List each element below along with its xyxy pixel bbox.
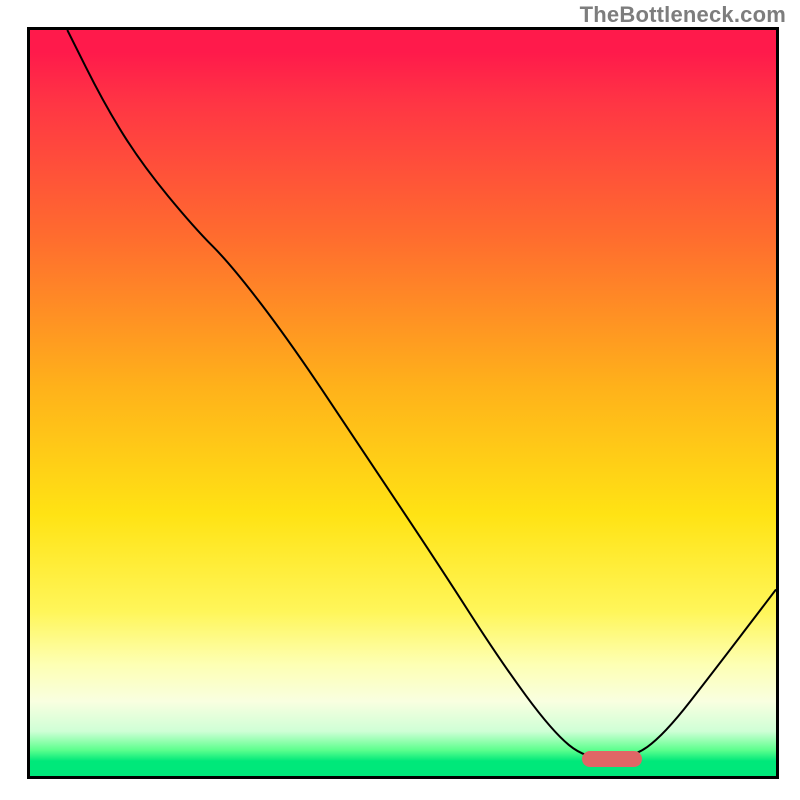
plot-area <box>27 27 779 779</box>
optimal-zone-marker <box>582 751 642 767</box>
watermark-text: TheBottleneck.com <box>580 2 786 28</box>
bottleneck-curve <box>30 30 776 776</box>
chart-container: TheBottleneck.com <box>0 0 800 800</box>
